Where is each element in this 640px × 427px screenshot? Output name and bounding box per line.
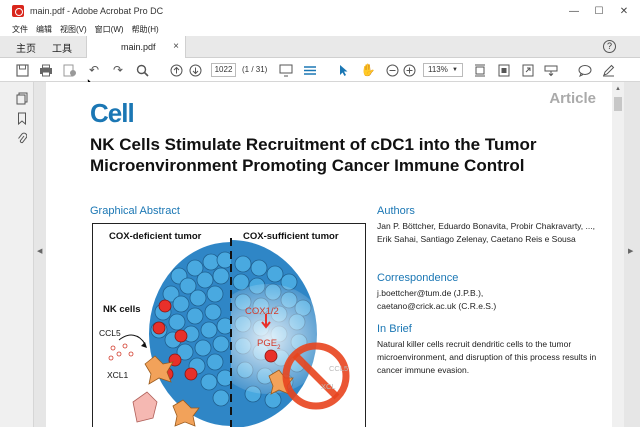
in-brief-section: In Brief Natural killer cells recruit de… <box>377 323 597 377</box>
print-icon[interactable] <box>38 62 54 78</box>
full-screen-icon[interactable] <box>520 62 536 78</box>
left-pane-toggle[interactable]: ◀ <box>34 82 46 427</box>
minimize-button[interactable]: — <box>560 0 588 22</box>
scroll-up-icon[interactable]: ▲ <box>615 86 621 92</box>
ga-right-panel-label: COX-sufficient tumor <box>243 231 339 242</box>
ga-xcl-faded-label: XCL <box>321 382 336 391</box>
zoom-out-icon[interactable] <box>384 62 400 78</box>
select-cursor-icon[interactable] <box>336 62 352 78</box>
maximize-button[interactable]: ☐ <box>585 0 613 22</box>
tab-document-label: main.pdf <box>121 42 156 52</box>
navigation-pane <box>0 82 34 427</box>
previous-page-icon[interactable] <box>168 62 184 78</box>
zoom-level-select[interactable]: 113% ▼ <box>423 63 463 77</box>
undo-icon[interactable]: ↶ <box>86 62 102 78</box>
authors-heading: Authors <box>377 205 415 217</box>
tab-home[interactable]: 主页 <box>16 40 36 55</box>
correspondence-email-1[interactable]: j.boettcher@tum.de (J.P.B.), <box>377 287 597 300</box>
ga-nk-cells-label: NK cells <box>103 304 141 315</box>
attachment-icon[interactable] <box>15 132 29 146</box>
paper-title: NK Cells Stimulate Recruitment of cDC1 i… <box>90 135 537 175</box>
in-brief-heading: In Brief <box>377 323 412 335</box>
correspondence-email-2[interactable]: caetano@crick.ac.uk (C.R.e.S.) <box>377 300 597 313</box>
article-type: Article <box>549 90 596 107</box>
chevron-left-icon: ◀ <box>37 248 43 255</box>
rotate-page-icon[interactable] <box>496 62 512 78</box>
tab-bar: 主页 工具 main.pdf × ? <box>0 36 640 58</box>
ga-cox-label: COX1/2 <box>245 306 279 317</box>
menu-bar: 文件 编辑 视图(V) 窗口(W) 帮助(H) <box>0 22 640 36</box>
zoom-in-icon[interactable] <box>401 62 417 78</box>
menu-edit[interactable]: 编辑 <box>36 24 52 35</box>
correspondence-section: Correspondence j.boettcher@tum.de (J.P.B… <box>377 272 597 313</box>
menu-window[interactable]: 窗口(W) <box>95 24 124 35</box>
ga-ccl5-faded-label: CCL5 <box>329 364 349 373</box>
chevron-right-icon: ▶ <box>628 248 634 255</box>
menu-file[interactable]: 文件 <box>12 24 28 35</box>
in-brief-text: Natural killer cells recruit dendritic c… <box>377 339 597 375</box>
save-icon[interactable] <box>14 62 30 78</box>
scrollbar-thumb[interactable] <box>614 97 622 111</box>
read-mode-icon[interactable] <box>278 62 294 78</box>
vertical-scrollbar[interactable]: ▲ <box>612 82 624 427</box>
ga-pge-subscript: 2 <box>277 344 281 351</box>
zoom-level-value: 113% <box>428 65 448 74</box>
page-count: (1 / 31) <box>242 65 268 74</box>
ga-pge-text: PGE <box>257 338 278 349</box>
help-icon[interactable]: ? <box>603 40 616 53</box>
journal-logo: Cell <box>90 98 135 128</box>
menu-view[interactable]: 视图(V) <box>60 24 87 35</box>
page-number-input[interactable]: 1022 <box>211 63 236 77</box>
authors-list: Jan P. Böttcher, Eduardo Bonavita, Probi… <box>377 221 595 244</box>
email-icon[interactable] <box>62 62 78 78</box>
authors-section: Authors Jan P. Böttcher, Eduardo Bonavit… <box>377 205 597 246</box>
pdf-page: Cell Article NK Cells Stimulate Recruitm… <box>46 82 612 427</box>
acrobat-app-icon <box>12 5 24 17</box>
ga-pge-label: PGE2 <box>257 338 280 351</box>
tab-tools[interactable]: 工具 <box>52 40 72 55</box>
menu-help[interactable]: 帮助(H) <box>132 24 159 35</box>
bookmark-icon[interactable] <box>15 112 29 126</box>
toolbar: ↶ ↷ 1022 (1 / 31) ✋ 113% ▼ <box>0 58 640 82</box>
redo-icon[interactable]: ↷ <box>110 62 126 78</box>
ga-xcl1-label: XCL1 <box>107 370 129 380</box>
window-title: main.pdf - Adobe Acrobat Pro DC <box>30 6 164 16</box>
search-icon[interactable] <box>134 62 150 78</box>
document-viewport[interactable]: Cell Article NK Cells Stimulate Recruitm… <box>46 82 612 427</box>
scroll-mode-icon[interactable] <box>302 62 318 78</box>
title-bar: main.pdf - Adobe Acrobat Pro DC <box>0 0 640 22</box>
keyboard-icon[interactable] <box>543 62 559 78</box>
pen-icon[interactable] <box>600 62 616 78</box>
graphical-abstract-figure: COX-deficient tumor COX-sufficient tumor… <box>92 223 366 427</box>
comment-icon[interactable] <box>577 62 593 78</box>
correspondence-heading: Correspondence <box>377 272 459 284</box>
tab-document[interactable]: main.pdf × <box>86 36 186 58</box>
next-page-icon[interactable] <box>187 62 203 78</box>
fit-page-icon[interactable] <box>472 62 488 78</box>
close-window-button[interactable]: ✕ <box>610 0 638 22</box>
page-thumbnails-icon[interactable] <box>15 92 29 106</box>
right-pane-toggle[interactable]: ▶ <box>624 82 640 427</box>
ga-left-panel-label: COX-deficient tumor <box>109 231 202 242</box>
chevron-down-icon: ▼ <box>452 67 458 73</box>
close-tab-icon[interactable]: × <box>173 41 179 52</box>
ga-ccl5-label: CCL5 <box>99 328 121 338</box>
graphical-abstract-heading: Graphical Abstract <box>90 205 180 217</box>
hand-tool-icon[interactable]: ✋ <box>360 62 376 78</box>
